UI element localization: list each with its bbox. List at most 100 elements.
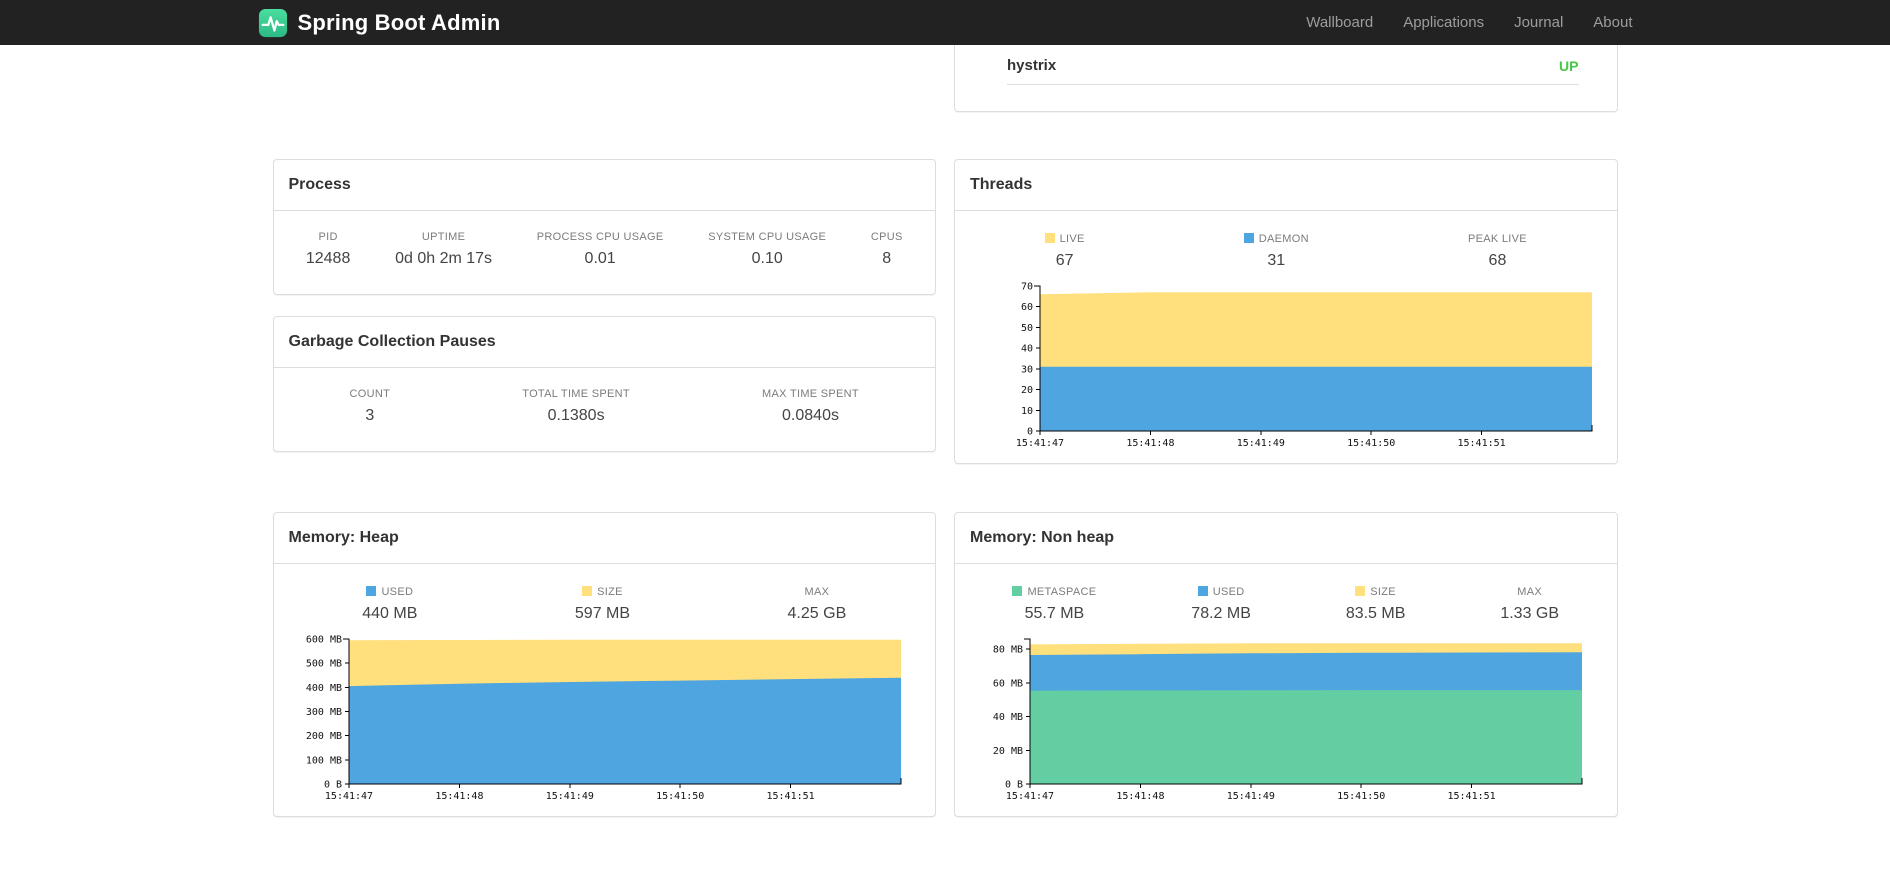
svg-text:400 MB: 400 MB bbox=[305, 683, 341, 694]
heap-legend: USED 440 MB SIZE 597 MB MAX 4.25 GB bbox=[274, 564, 936, 623]
legend-label: DAEMON bbox=[1243, 233, 1309, 245]
metric-label: UPTIME bbox=[421, 231, 466, 243]
legend-value: 67 bbox=[1055, 252, 1074, 269]
process-metrics: PID 12488 UPTIME 0d 0h 2m 17s PROCESS CP… bbox=[274, 211, 936, 294]
gc-panel-title: Garbage Collection Pauses bbox=[273, 317, 935, 368]
legend-value: 55.7 MB bbox=[1024, 605, 1085, 622]
svg-text:15:41:47: 15:41:47 bbox=[1016, 438, 1064, 449]
threads-chart: 0 10 20 30 40 50 60 70 15:41:47 15:41:48 15:41:49 1… bbox=[1016, 282, 1593, 449]
legend-item-peak-live: PEAK LIVE 68 bbox=[1468, 233, 1527, 270]
brand-link[interactable]: Spring Boot Admin bbox=[258, 8, 501, 38]
svg-text:15:41:51: 15:41:51 bbox=[766, 791, 814, 802]
metric-process-cpu-usage: PROCESS CPU USAGE 0.01 bbox=[537, 231, 664, 268]
gc-metrics: COUNT 3 TOTAL TIME SPENT 0.1380s MAX TIM… bbox=[274, 368, 936, 451]
brand-title: Spring Boot Admin bbox=[297, 9, 501, 35]
svg-text:15:41:51: 15:41:51 bbox=[1458, 438, 1506, 449]
size-swatch-icon bbox=[582, 586, 593, 596]
nav-links: Wallboard Applications Journal About bbox=[1291, 0, 1632, 45]
svg-text:0 B: 0 B bbox=[1005, 780, 1023, 791]
svg-text:30: 30 bbox=[1021, 364, 1033, 375]
nav-item-wallboard[interactable]: Wallboard bbox=[1291, 0, 1388, 45]
svg-text:60 MB: 60 MB bbox=[993, 678, 1023, 689]
process-panel-title: Process bbox=[273, 160, 935, 211]
brand-logo-icon bbox=[258, 8, 288, 38]
used-swatch-icon bbox=[1197, 586, 1208, 596]
legend-item-used: USED 78.2 MB bbox=[1191, 586, 1251, 623]
legend-label: MAX bbox=[804, 586, 830, 598]
legend-value: 31 bbox=[1267, 252, 1286, 269]
process-panel: Process PID 12488 UPTIME 0d 0h 2m 17s PR… bbox=[272, 159, 936, 295]
legend-item-max: MAX 1.33 GB bbox=[1500, 586, 1559, 623]
live-swatch-icon bbox=[1044, 233, 1055, 243]
metric-value: 3 bbox=[365, 407, 375, 424]
metric-value: 0.1380s bbox=[547, 407, 605, 424]
metric-label: TOTAL TIME SPENT bbox=[522, 388, 630, 400]
health-item-name: hystrix bbox=[1007, 57, 1057, 74]
svg-text:15:41:51: 15:41:51 bbox=[1448, 791, 1496, 802]
svg-text:15:41:49: 15:41:49 bbox=[1237, 438, 1285, 449]
legend-label: MAX bbox=[1517, 586, 1543, 598]
legend-label: PEAK LIVE bbox=[1467, 233, 1527, 245]
nonheap-chart-wrap: 0 B 20 MB 40 MB 60 MB 80 MB 15:41:47 15:41:48 1… bbox=[955, 623, 1617, 816]
nonheap-legend: METASPACE 55.7 MB USED 78.2 MB SIZE 83.5… bbox=[955, 564, 1617, 623]
legend-value: 440 MB bbox=[362, 605, 418, 622]
metric-label: MAX TIME SPENT bbox=[762, 388, 859, 400]
svg-text:80 MB: 80 MB bbox=[993, 645, 1023, 656]
svg-text:20 MB: 20 MB bbox=[993, 746, 1023, 757]
size-swatch-icon bbox=[1355, 586, 1366, 596]
nav-item-about[interactable]: About bbox=[1578, 0, 1632, 45]
svg-text:50: 50 bbox=[1021, 323, 1033, 334]
memory-nonheap-panel-title: Memory: Non heap bbox=[955, 513, 1617, 564]
legend-item-max: MAX 4.25 GB bbox=[788, 586, 847, 623]
svg-text:15:41:49: 15:41:49 bbox=[1227, 791, 1275, 802]
daemon-swatch-icon bbox=[1243, 233, 1254, 243]
metric-label: CPUS bbox=[870, 231, 903, 243]
nonheap-chart: 0 B 20 MB 40 MB 60 MB 80 MB 15:41:47 15:41:48 1… bbox=[993, 638, 1583, 802]
metric-label: SYSTEM CPU USAGE bbox=[708, 231, 827, 243]
legend-label: USED bbox=[362, 586, 417, 598]
metric-system-cpu-usage: SYSTEM CPU USAGE 0.10 bbox=[708, 231, 826, 268]
legend-item-size: SIZE 597 MB bbox=[575, 586, 630, 623]
legend-item-used: USED 440 MB bbox=[362, 586, 417, 623]
threads-chart-wrap: 0 10 20 30 40 50 60 70 15:41:47 15:41:48 15:41:49 1… bbox=[955, 270, 1617, 463]
nav-item-applications[interactable]: Applications bbox=[1388, 0, 1499, 45]
health-row-hystrix: hystrix UP bbox=[1007, 57, 1579, 85]
svg-text:200 MB: 200 MB bbox=[305, 731, 341, 742]
svg-text:20: 20 bbox=[1021, 385, 1033, 396]
legend-label: SIZE bbox=[1346, 586, 1406, 598]
metric-label: PROCESS CPU USAGE bbox=[536, 231, 664, 243]
svg-text:100 MB: 100 MB bbox=[305, 755, 341, 766]
legend-label: USED bbox=[1191, 586, 1251, 598]
legend-label: SIZE bbox=[575, 586, 630, 598]
nav-item-journal[interactable]: Journal bbox=[1499, 0, 1578, 45]
legend-value: 597 MB bbox=[574, 605, 631, 622]
heap-chart-wrap: 0 B 100 MB 200 MB 300 MB 400 MB 500 MB 600 MB 1… bbox=[274, 623, 936, 816]
svg-text:70: 70 bbox=[1021, 282, 1033, 293]
svg-text:40 MB: 40 MB bbox=[993, 712, 1023, 723]
svg-text:15:41:50: 15:41:50 bbox=[1347, 438, 1395, 449]
svg-text:10: 10 bbox=[1021, 406, 1033, 417]
metric-label: COUNT bbox=[349, 388, 391, 400]
svg-text:15:41:50: 15:41:50 bbox=[656, 791, 704, 802]
legend-label: METASPACE bbox=[1012, 586, 1096, 598]
metaspace-swatch-icon bbox=[1012, 586, 1023, 596]
metric-uptime: UPTIME 0d 0h 2m 17s bbox=[395, 231, 492, 268]
legend-value: 83.5 MB bbox=[1345, 605, 1406, 622]
legend-item-live: LIVE 67 bbox=[1044, 233, 1085, 270]
svg-text:15:41:47: 15:41:47 bbox=[1006, 791, 1054, 802]
used-swatch-icon bbox=[366, 586, 377, 596]
metric-cpus: CPUS 8 bbox=[871, 231, 903, 268]
svg-text:15:41:48: 15:41:48 bbox=[1126, 438, 1174, 449]
svg-text:500 MB: 500 MB bbox=[305, 659, 341, 670]
svg-text:60: 60 bbox=[1021, 302, 1033, 313]
metric-value: 0d 0h 2m 17s bbox=[395, 250, 493, 267]
threads-panel-title: Threads bbox=[955, 160, 1617, 211]
svg-text:15:41:49: 15:41:49 bbox=[545, 791, 593, 802]
memory-heap-panel: Memory: Heap USED 440 MB SIZE 597 MB MAX… bbox=[272, 512, 936, 817]
metric-gc-total-time: TOTAL TIME SPENT 0.1380s bbox=[522, 388, 630, 425]
svg-text:15:41:48: 15:41:48 bbox=[435, 791, 483, 802]
memory-heap-panel-title: Memory: Heap bbox=[273, 513, 935, 564]
svg-text:0 B: 0 B bbox=[323, 780, 341, 791]
svg-text:15:41:47: 15:41:47 bbox=[324, 791, 372, 802]
legend-value: 68 bbox=[1488, 252, 1507, 269]
